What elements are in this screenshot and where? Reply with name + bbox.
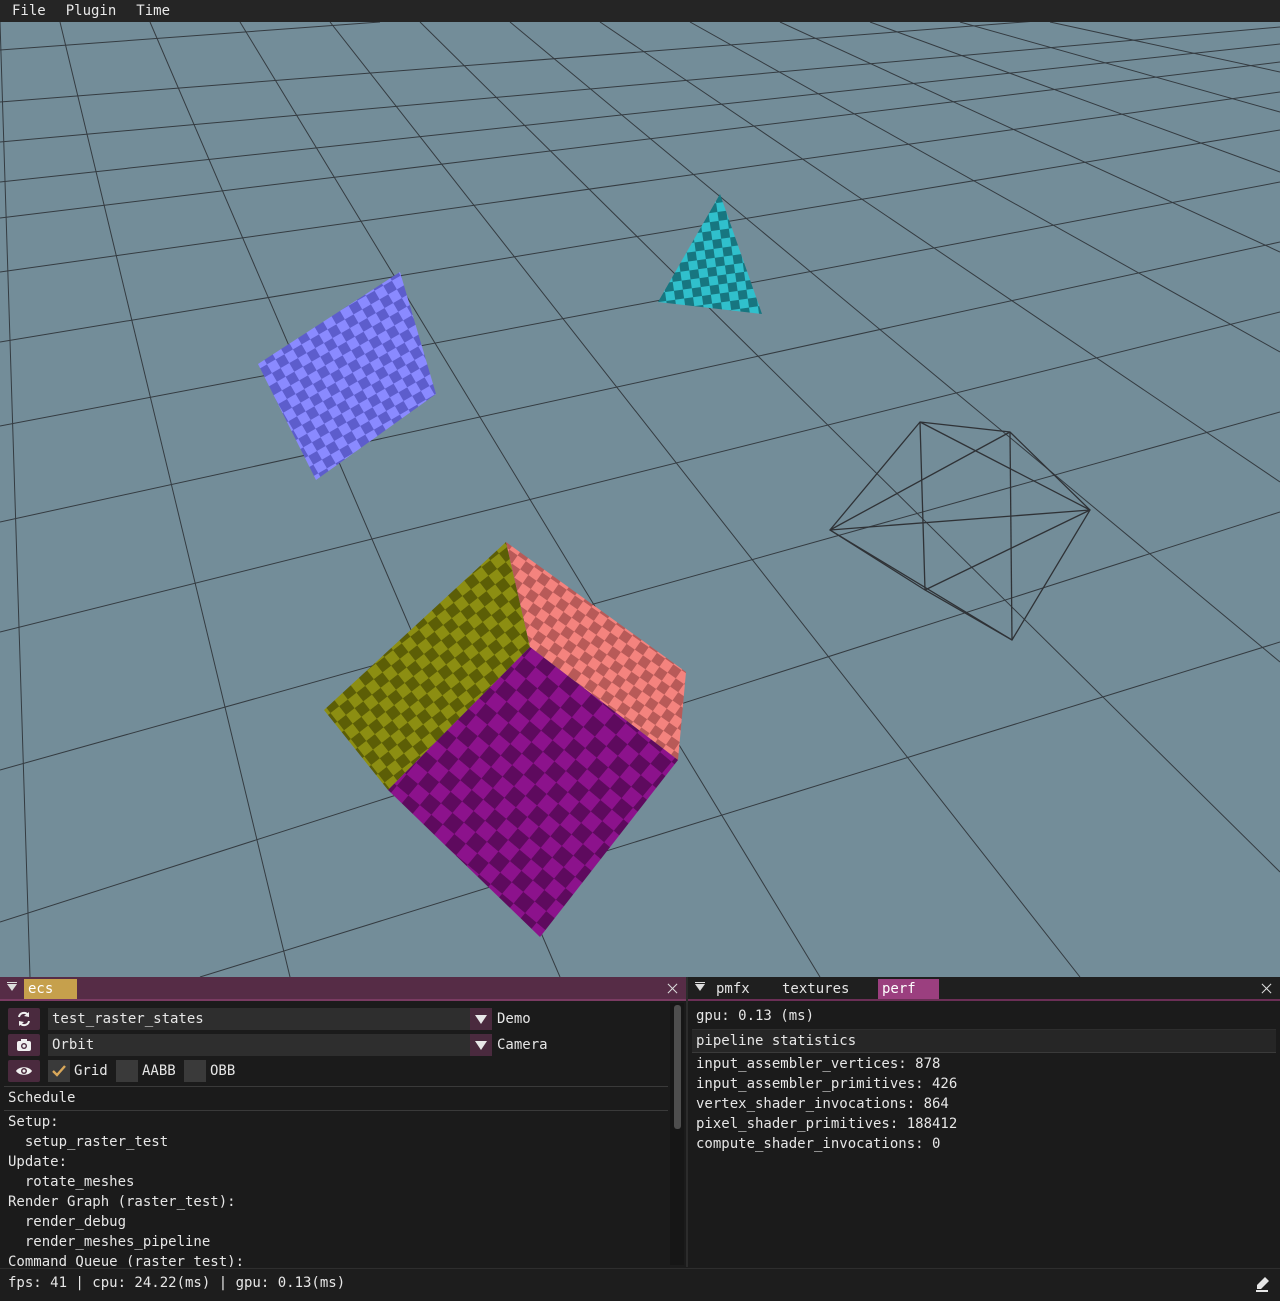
chevron-down-icon[interactable]: [470, 1034, 492, 1056]
ground-grid: [0, 22, 1280, 977]
stat-line: compute_shader_invocations: 0: [696, 1136, 941, 1152]
checker-cube: [324, 542, 686, 937]
stats-header[interactable]: pipeline statistics: [696, 1031, 856, 1051]
reload-button[interactable]: [8, 1008, 40, 1030]
tab-textures[interactable]: textures: [778, 979, 853, 999]
ecs-panel: ecs test_raster_states Demo Orbit Camera…: [0, 977, 688, 1267]
grid-label: Grid: [74, 1063, 108, 1079]
stat-line: input_assembler_primitives: 426: [696, 1076, 958, 1092]
schedule-line: render_meshes_pipeline: [8, 1234, 211, 1250]
chevron-down-icon[interactable]: [470, 1008, 492, 1030]
demo-label: Demo: [497, 1011, 531, 1027]
obb-label: OBB: [210, 1063, 236, 1079]
camera-label: Camera: [497, 1037, 548, 1053]
checker-quad: [258, 272, 436, 480]
wireframe-octahedron: [829, 421, 1091, 641]
status-bar: fps: 41 | cpu: 24.22(ms) | gpu: 0.13(ms): [0, 1268, 1280, 1301]
tab-pmfx[interactable]: pmfx: [712, 979, 754, 999]
camera-icon: [17, 1039, 31, 1051]
checker-tetrahedron: [658, 194, 762, 314]
gpu-time: gpu: 0.13 (ms): [696, 1008, 815, 1024]
tab-ecs[interactable]: ecs: [24, 979, 77, 999]
stat-line: vertex_shader_invocations: 864: [696, 1096, 949, 1112]
demo-value: test_raster_states: [52, 1011, 204, 1027]
menu-time[interactable]: Time: [124, 0, 178, 22]
camera-row: Orbit Camera: [8, 1034, 668, 1056]
aabb-label: AABB: [142, 1063, 176, 1079]
demo-row: test_raster_states Demo: [8, 1008, 668, 1030]
perf-panel: pmfx textures perf gpu: 0.13 (ms) pipeli…: [688, 977, 1280, 1267]
scrollbar[interactable]: [670, 1003, 684, 1265]
ecs-tabbar: ecs: [0, 977, 686, 1001]
menu-file[interactable]: File: [0, 0, 54, 22]
demo-select[interactable]: test_raster_states: [48, 1008, 492, 1030]
stat-line: input_assembler_vertices: 878: [696, 1056, 941, 1072]
pen-icon[interactable]: [1256, 1276, 1270, 1292]
schedule-line: Render Graph (raster_test):: [8, 1194, 236, 1210]
schedule-line: rotate_meshes: [8, 1174, 135, 1190]
camera-select[interactable]: Orbit: [48, 1034, 492, 1056]
perf-tabbar: pmfx textures perf: [688, 977, 1280, 1001]
collapse-arrow-icon[interactable]: [7, 982, 17, 991]
visibility-button[interactable]: [8, 1060, 40, 1082]
close-icon[interactable]: [1260, 979, 1274, 997]
status-text: fps: 41 | cpu: 24.22(ms) | gpu: 0.13(ms): [8, 1275, 346, 1291]
grid-checkbox[interactable]: [48, 1060, 70, 1082]
divider: [692, 1052, 1276, 1053]
checkmark-icon: [52, 1065, 66, 1077]
schedule-line: Setup:: [8, 1114, 59, 1130]
close-icon[interactable]: [666, 979, 680, 997]
toggles-row: Grid AABB OBB: [8, 1060, 668, 1082]
tab-perf[interactable]: perf: [878, 979, 939, 999]
divider: [4, 1086, 668, 1087]
obb-checkbox[interactable]: [184, 1060, 206, 1082]
menu-plugin[interactable]: Plugin: [54, 0, 125, 22]
aabb-checkbox[interactable]: [116, 1060, 138, 1082]
divider: [4, 1110, 668, 1111]
refresh-icon: [18, 1011, 30, 1027]
eye-icon: [16, 1067, 32, 1075]
schedule-line: render_debug: [8, 1214, 127, 1230]
schedule-line: Command Queue (raster_test):: [8, 1254, 245, 1267]
schedule-header[interactable]: Schedule: [8, 1088, 75, 1108]
scroll-thumb[interactable]: [674, 1005, 681, 1129]
camera-value: Orbit: [52, 1037, 95, 1053]
camera-button[interactable]: [8, 1034, 40, 1056]
3d-viewport[interactable]: [0, 22, 1280, 977]
collapse-arrow-icon[interactable]: [695, 982, 705, 991]
schedule-line: Update:: [8, 1154, 68, 1170]
menu-bar: File Plugin Time: [0, 0, 1280, 23]
schedule-line: setup_raster_test: [8, 1134, 169, 1150]
stat-line: pixel_shader_primitives: 188412: [696, 1116, 958, 1132]
